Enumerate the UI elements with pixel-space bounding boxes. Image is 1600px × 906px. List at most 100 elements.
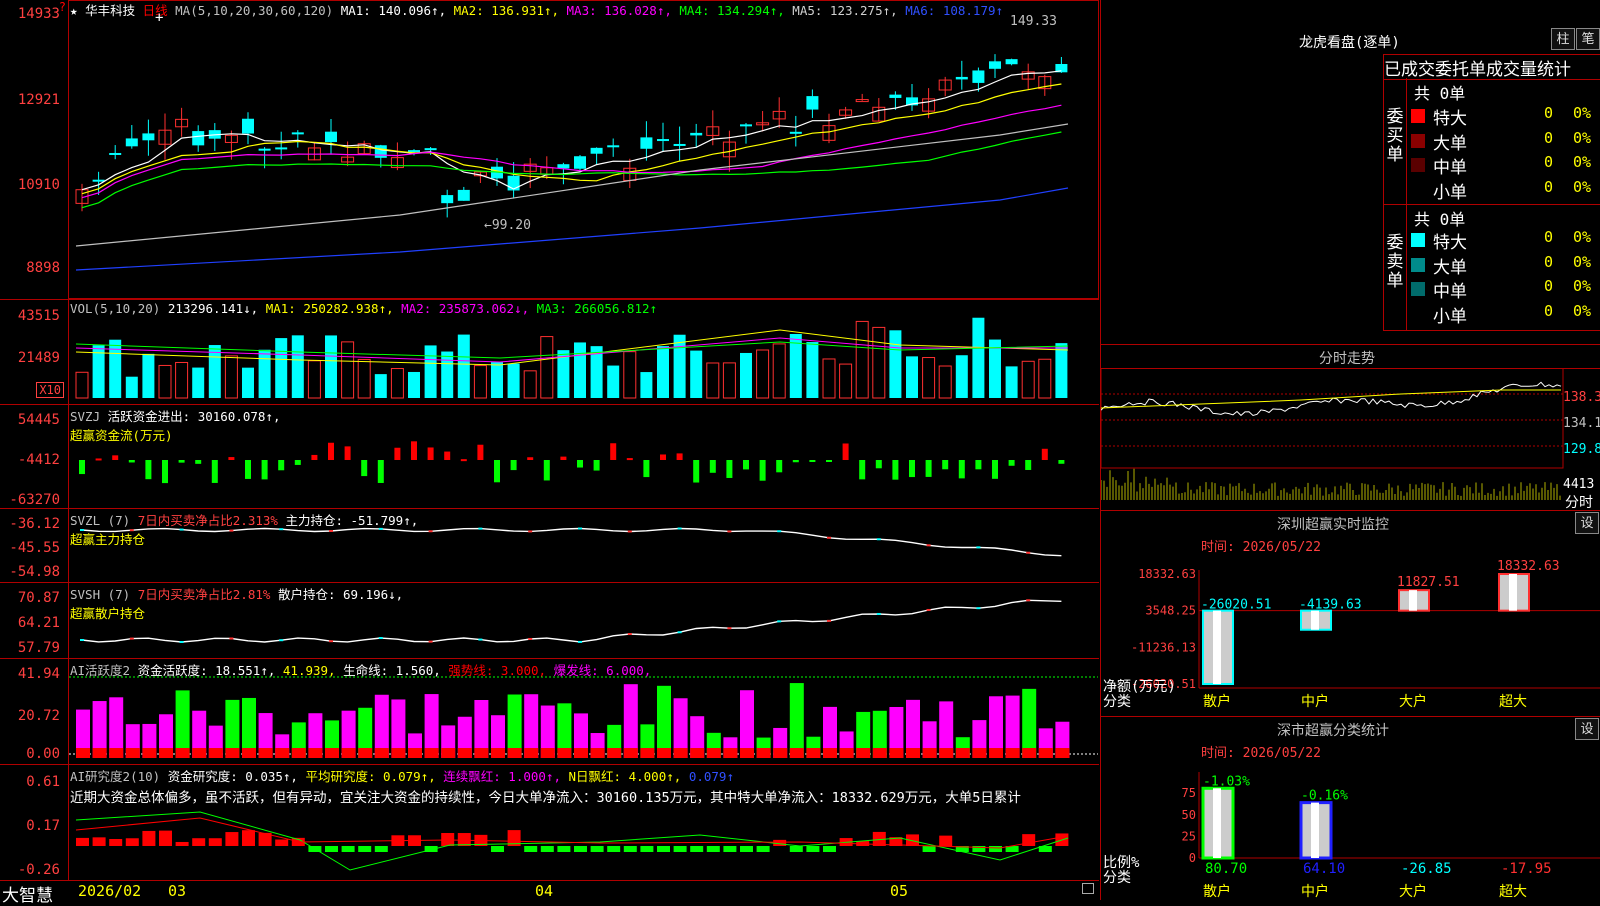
- activity-base: [955, 748, 970, 758]
- candle-body: [989, 61, 1001, 69]
- flow-bar: [527, 457, 534, 460]
- volume-bar: [325, 335, 337, 398]
- research-bar: [690, 846, 704, 852]
- ytick: 3548.25: [1145, 604, 1196, 618]
- monitor-bar-highlight: [1311, 610, 1319, 630]
- ma-line: [81, 104, 1062, 199]
- ytick: 57.79: [17, 640, 60, 656]
- indicator-dot: [777, 530, 782, 533]
- candle-body: [258, 148, 271, 151]
- research-bar: [540, 846, 554, 852]
- activity-bar: [740, 690, 754, 758]
- activity-base: [856, 748, 871, 758]
- research-bar: [92, 837, 106, 846]
- volume-bar: [822, 358, 836, 399]
- sell-row: 中单 0 0%: [1383, 277, 1600, 302]
- volume-bar: [457, 334, 470, 398]
- order-count: 0: [1543, 104, 1553, 122]
- buy-row: 大单 0 0%: [1383, 129, 1600, 154]
- ai2-nday-red: N日飘红: 4.000↑,: [568, 769, 682, 784]
- volume-bars-layer: [75, 317, 1069, 399]
- monitor-settings-button[interactable]: 设: [1575, 512, 1599, 534]
- research-bar: [142, 830, 156, 846]
- activity-base: [1022, 748, 1037, 758]
- order-pct: 0%: [1573, 104, 1592, 122]
- activity-base: [574, 748, 588, 758]
- lock-icon[interactable]: [1082, 883, 1094, 894]
- svsh-subtitle: 超赢散户持仓: [70, 606, 146, 621]
- indicator-dot: [827, 536, 831, 539]
- flow-bar: [859, 460, 866, 480]
- classify-settings-button[interactable]: 设: [1575, 718, 1599, 740]
- volume-bar: [408, 371, 420, 398]
- activity-bar: [175, 690, 190, 758]
- ma4-value: MA4: 134.294↑,: [679, 3, 785, 18]
- intraday-chart[interactable]: [1101, 368, 1600, 508]
- bar-mode-button[interactable]: 柱: [1551, 28, 1575, 50]
- activity-base: [540, 748, 555, 758]
- category-label: 散户: [1203, 883, 1231, 900]
- value-label: 64.10: [1303, 861, 1345, 877]
- ytick: 25: [1182, 829, 1196, 843]
- volume-bar: [523, 370, 537, 399]
- change-label: -1.03%: [1203, 774, 1250, 789]
- longhu-title: 龙虎看盘(逐单): [1299, 35, 1400, 51]
- tick-mode-button[interactable]: 笔: [1576, 28, 1600, 50]
- svzl-subtitle: 超赢主力持仓: [70, 532, 146, 547]
- star-icon[interactable]: ★: [70, 3, 78, 18]
- indicator-dot: [229, 637, 234, 640]
- volume-bar: [275, 338, 288, 398]
- indicator-dot: [627, 633, 632, 636]
- ai1-header: AI活跃度2 资金活跃度: 18.551↑, 41.939, 生命线: 1.56…: [70, 660, 651, 679]
- flow-bar: [1025, 460, 1032, 470]
- volume-bar: [706, 362, 720, 399]
- color-swatch: [1411, 182, 1425, 197]
- volume-bar: [258, 349, 271, 398]
- candle-body: [142, 133, 155, 141]
- vol-ma3: MA3: 266056.812↑: [536, 301, 658, 316]
- date-label: 03: [168, 882, 187, 900]
- indicator-dot: [428, 640, 433, 643]
- buy-row: 中单 0 0%: [1383, 153, 1600, 178]
- flow-bar: [427, 447, 434, 460]
- ai2-value5: 0.079↑: [688, 769, 734, 784]
- order-count: 0: [1543, 301, 1553, 320]
- ytick: 14933: [17, 6, 60, 22]
- order-count: 0: [1543, 252, 1553, 271]
- candle-body: [806, 96, 819, 110]
- ai2-consecutive-red: 连续飘红: 1.000↑,: [443, 769, 561, 784]
- ai-activity-bars-layer: [69, 676, 1098, 758]
- volume-bar: [657, 346, 669, 398]
- svzj-title: 活跃资金进出: 30160.078↑,: [107, 409, 281, 424]
- candle-body: [574, 156, 586, 169]
- order-count: 0: [1543, 177, 1553, 196]
- order-pct: 0%: [1573, 153, 1592, 171]
- volume-bar: [756, 349, 770, 399]
- activity-base: [208, 748, 223, 758]
- research-bar: [789, 846, 803, 852]
- research-bar: [922, 846, 936, 852]
- color-swatch: [1411, 282, 1425, 296]
- candle-body: [607, 145, 620, 148]
- flow-bar: [162, 460, 168, 484]
- volume-bar: [291, 335, 304, 398]
- ytick: 0.17: [26, 818, 60, 834]
- ai-research-bars-layer: [75, 811, 1069, 871]
- research-bar: [341, 846, 355, 852]
- order-pct: 0%: [1573, 252, 1592, 271]
- activity-base: [441, 748, 456, 758]
- flag-icon[interactable]: ?: [59, 0, 66, 14]
- vol-label: VOL(5,10,20): [70, 301, 161, 316]
- candle-body: [889, 94, 902, 98]
- stock-chart-svg[interactable]: [0, 0, 1100, 900]
- classify-ylabel-cat: 分类: [1103, 870, 1131, 886]
- indicator-dot: [528, 530, 533, 533]
- activity-base: [408, 748, 422, 758]
- research-bar: [640, 846, 654, 852]
- volume-bar: [109, 339, 122, 398]
- main-chart-area[interactable]: 14933 12921 10910 8898 ? 43515 21489 X10…: [0, 0, 1100, 906]
- flow-bar: [958, 460, 965, 479]
- flow-bar: [95, 458, 102, 461]
- volume-bar: [224, 355, 238, 399]
- avg-line: [1101, 389, 1561, 409]
